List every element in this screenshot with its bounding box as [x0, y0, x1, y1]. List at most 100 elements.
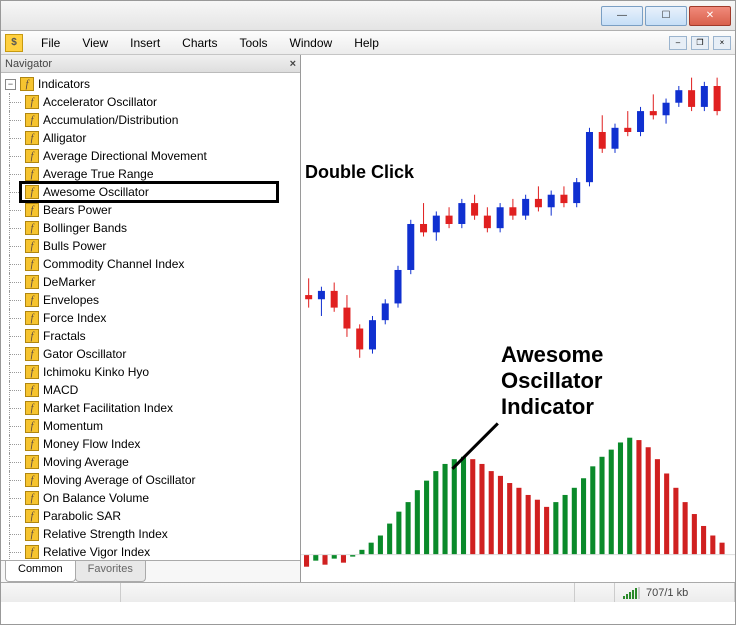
menu-tools[interactable]: Tools [230, 34, 278, 52]
tree-item-label: Alligator [43, 131, 86, 145]
tree-item-label: Momentum [43, 419, 103, 433]
tree-item[interactable]: f Bears Power [1, 201, 300, 219]
tree-item[interactable]: f Commodity Channel Index [1, 255, 300, 273]
collapse-icon[interactable]: − [5, 79, 16, 90]
indicator-icon: f [25, 257, 39, 271]
mdi-minimize-button[interactable]: – [669, 36, 687, 50]
indicator-icon: f [25, 239, 39, 253]
indicator-icon: f [25, 167, 39, 181]
tree-item[interactable]: fMoney Flow Index [1, 435, 300, 453]
tree-item-label: Ichimoku Kinko Hyo [43, 365, 149, 379]
tree-item-label: Money Flow Index [43, 437, 140, 451]
maximize-button[interactable]: ☐ [645, 6, 687, 26]
tree-item[interactable]: fMoving Average [1, 453, 300, 471]
indicator-icon: f [25, 221, 39, 235]
indicator-icon: f [25, 347, 39, 361]
tree-item-label: Average Directional Movement [43, 149, 207, 163]
tree-item[interactable]: fAverage True Range [1, 165, 300, 183]
status-cell-2 [121, 583, 575, 602]
indicator-icon: f [25, 149, 39, 163]
close-button[interactable]: ✕ [689, 6, 731, 26]
mdi-close-button[interactable]: × [713, 36, 731, 50]
indicator-icon: f [25, 509, 39, 523]
status-bar: 707/1 kb [1, 582, 735, 602]
tree-item[interactable]: f DeMarker [1, 273, 300, 291]
tree-item[interactable]: f Accumulation/Distribution [1, 111, 300, 129]
tree-root-label: Indicators [38, 77, 90, 91]
indicator-icon: f [25, 95, 39, 109]
tab-favorites[interactable]: Favorites [75, 561, 146, 582]
tree-item[interactable]: f Relative Strength Index [1, 525, 300, 543]
tree-item[interactable]: f Average Directional Movement [1, 147, 300, 165]
indicator-icon: f [25, 401, 39, 415]
tree-item-label: Fractals [43, 329, 86, 343]
menu-view[interactable]: View [72, 34, 118, 52]
tree-item-label: Relative Strength Index [43, 527, 168, 541]
menu-bar: $ File View Insert Charts Tools Window H… [1, 31, 735, 55]
folder-icon: f [20, 77, 34, 91]
tree-item[interactable]: f Moving Average of Oscillator [1, 471, 300, 489]
tree-item[interactable]: fIchimoku Kinko Hyo [1, 363, 300, 381]
tree-item-label: Relative Vigor Index [43, 545, 150, 559]
menu-charts[interactable]: Charts [172, 34, 227, 52]
tree-item[interactable]: fBulls Power [1, 237, 300, 255]
indicator-icon: f [25, 131, 39, 145]
indicator-icon: f [25, 203, 39, 217]
navigator-close-icon[interactable]: × [290, 58, 296, 70]
indicator-icon: f [25, 275, 39, 289]
tree-item[interactable]: fOn Balance Volume [1, 489, 300, 507]
navigator-header: Navigator × [1, 55, 300, 73]
tree-item-label: On Balance Volume [43, 491, 149, 505]
tree-item-label: Moving Average of Oscillator [43, 473, 196, 487]
indicator-icon: f [25, 545, 39, 559]
tree-root-indicators[interactable]: − f Indicators [1, 75, 300, 93]
navigator-panel: Navigator × − f Indicators f Accelerator … [1, 55, 301, 582]
tree-item[interactable]: fBollinger Bands [1, 219, 300, 237]
tree-item-label: Awesome Oscillator [43, 185, 149, 199]
tree-item-label: Force Index [43, 311, 106, 325]
menu-window[interactable]: Window [280, 34, 343, 52]
indicator-icon: f [25, 185, 39, 199]
tree-item[interactable]: f Relative Vigor Index [1, 543, 300, 560]
tree-item[interactable]: f Alligator [1, 129, 300, 147]
status-traffic: 707/1 kb [646, 587, 688, 599]
tree-item[interactable]: f Gator Oscillator [1, 345, 300, 363]
annotation-indicator-l1: Awesome [501, 343, 603, 367]
tree-item-label: DeMarker [43, 275, 96, 289]
app-icon: $ [5, 34, 23, 52]
tree-item[interactable]: f Envelopes [1, 291, 300, 309]
chart-area[interactable]: Double Click Awesome Oscillator Indicato… [301, 55, 735, 582]
tree-item-label: Gator Oscillator [43, 347, 126, 361]
tree-item[interactable]: f Force Index [1, 309, 300, 327]
tree-item-label: Accelerator Oscillator [43, 95, 157, 109]
mdi-restore-button[interactable]: ❐ [691, 36, 709, 50]
tree-item[interactable]: fFractals [1, 327, 300, 345]
tree-item[interactable]: f Accelerator Oscillator [1, 93, 300, 111]
tree-item-label: Commodity Channel Index [43, 257, 184, 271]
menu-file[interactable]: File [31, 34, 70, 52]
indicator-icon: f [25, 113, 39, 127]
minimize-button[interactable]: — [601, 6, 643, 26]
tree-item-label: Bears Power [43, 203, 112, 217]
indicator-icon: f [25, 473, 39, 487]
tree-item[interactable]: f Awesome Oscillator [1, 183, 300, 201]
navigator-tabs: Common Favorites [1, 560, 300, 582]
tree-item[interactable]: fMarket Facilitation Index [1, 399, 300, 417]
annotation-indicator-l2: Oscillator [501, 369, 602, 393]
tree-item-label: Envelopes [43, 293, 99, 307]
tree-item-label: Accumulation/Distribution [43, 113, 178, 127]
tree-item[interactable]: fMomentum [1, 417, 300, 435]
indicator-icon: f [25, 527, 39, 541]
indicator-icon: f [25, 383, 39, 397]
connection-bars-icon [623, 587, 640, 599]
indicator-icon: f [25, 293, 39, 307]
tree-item[interactable]: fParabolic SAR [1, 507, 300, 525]
status-connection: 707/1 kb [615, 583, 735, 602]
menu-help[interactable]: Help [344, 34, 389, 52]
indicator-icon: f [25, 311, 39, 325]
window-titlebar: — ☐ ✕ [1, 1, 735, 31]
tab-common[interactable]: Common [5, 561, 76, 582]
menu-insert[interactable]: Insert [120, 34, 170, 52]
navigator-tree[interactable]: − f Indicators fAccelerator OscillatorfA… [1, 73, 300, 560]
tree-item[interactable]: fMACD [1, 381, 300, 399]
